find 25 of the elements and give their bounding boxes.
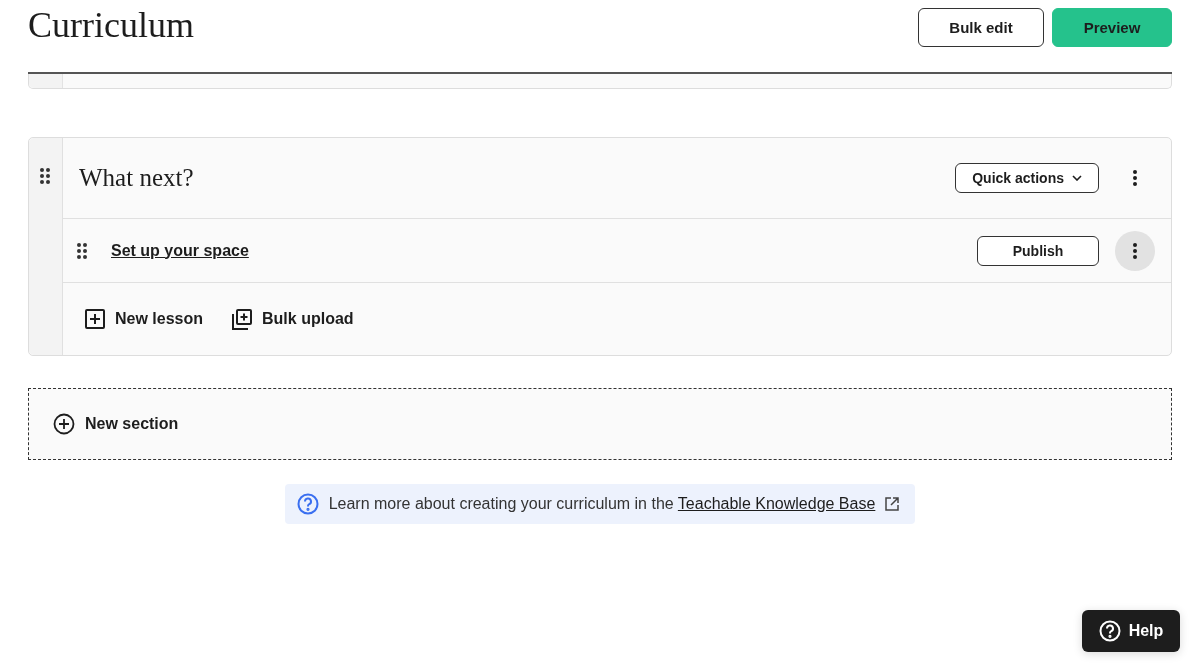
bulk-edit-button[interactable]: Bulk edit <box>918 7 1044 47</box>
add-stack-icon <box>231 308 253 330</box>
help-circle-icon <box>296 493 319 515</box>
add-circle-icon <box>53 413 75 435</box>
help-circle-icon <box>1098 620 1121 642</box>
quick-actions-button[interactable]: Quick actions <box>955 163 1099 193</box>
more-button[interactable] <box>1115 230 1155 271</box>
preview-button[interactable]: Preview <box>1052 7 1172 47</box>
chevron-down-icon <box>1072 175 1082 181</box>
info-text: Learn more about creating your curriculum in the Teachable Knowledge Base <box>328 495 876 513</box>
more-icon <box>1133 242 1137 259</box>
drag-handle-icon[interactable] <box>77 242 87 259</box>
new-lesson-button[interactable]: New lesson <box>83 307 206 331</box>
add-square-icon <box>85 309 105 329</box>
page-title: Curriculum <box>28 4 195 47</box>
new-section-button[interactable]: New section <box>53 413 179 435</box>
more-icon[interactable] <box>1133 170 1137 186</box>
section-title: What next? <box>79 164 195 192</box>
bulk-upload-button[interactable]: Bulk upload <box>229 306 356 332</box>
publish-button[interactable]: Publish <box>977 235 1099 266</box>
drag-handle-icon[interactable] <box>40 168 50 184</box>
help-button[interactable]: Help <box>1082 610 1180 652</box>
knowledge-base-link[interactable]: Teachable Knowledge Base <box>677 495 876 512</box>
lesson-link[interactable]: Set up your space <box>111 241 977 260</box>
external-link-icon <box>885 497 900 511</box>
